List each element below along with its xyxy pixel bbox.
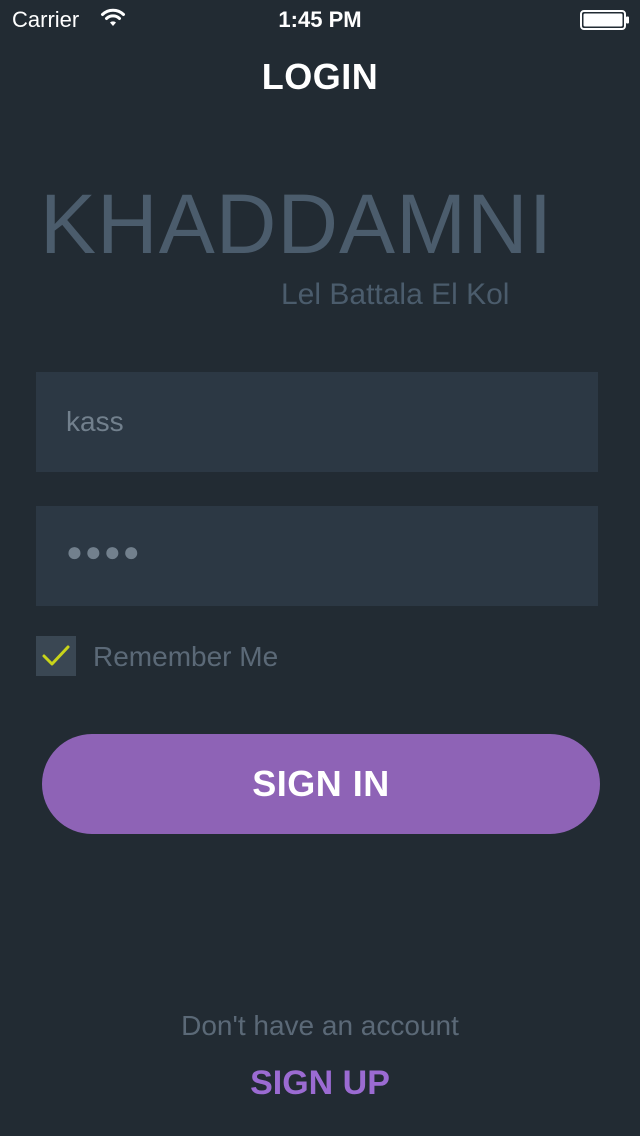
- username-field[interactable]: kass: [36, 372, 598, 472]
- sign-in-button-label: SIGN IN: [252, 763, 390, 804]
- status-bar: Carrier 1:45 PM: [0, 0, 640, 40]
- password-value: ●●●●: [66, 536, 142, 567]
- app-logo-title: KHADDAMNI: [40, 177, 554, 271]
- remember-me-checkbox[interactable]: [36, 636, 76, 676]
- remember-me-label[interactable]: Remember Me: [93, 641, 278, 673]
- username-value: kass: [66, 406, 124, 437]
- password-field[interactable]: ●●●●: [36, 506, 598, 606]
- sign-in-button[interactable]: SIGN IN: [42, 734, 600, 834]
- sign-up-link[interactable]: SIGN UP: [0, 1064, 640, 1103]
- battery-icon: [580, 10, 629, 30]
- no-account-prompt: Don't have an account: [181, 1010, 459, 1041]
- checkmark-icon: [42, 645, 70, 666]
- app-logo-subtitle: Lel Battala El Kol: [281, 278, 510, 311]
- page-title: LOGIN: [261, 56, 379, 97]
- status-time: 1:45 PM: [278, 7, 362, 32]
